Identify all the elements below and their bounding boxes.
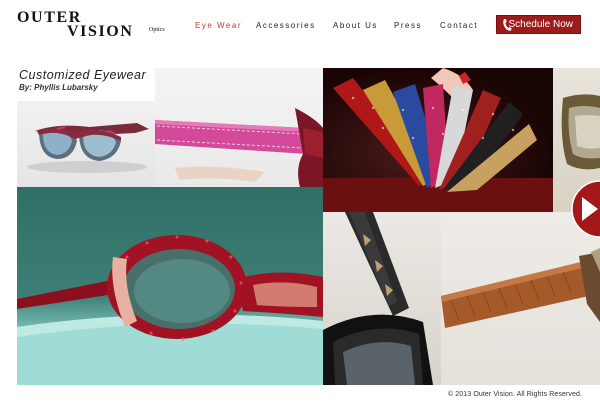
schedule-now-button[interactable]: Schedule Now [496, 15, 581, 34]
gallery-caption: Customized Eyewear By: Phyllis Lubarsky [17, 68, 155, 101]
brand-logo[interactable]: OUTER VISION Optics [17, 10, 165, 40]
gallery-title: Customized Eyewear [19, 68, 147, 82]
nav-press[interactable]: Press [394, 20, 422, 32]
logo-line-2: VISION [67, 23, 134, 40]
schedule-now-label: Schedule Now [508, 19, 573, 30]
gallery-photo-pink-temple[interactable] [155, 68, 323, 187]
nav-accessories[interactable]: Accessories [256, 20, 316, 32]
nav-contact[interactable]: Contact [440, 20, 478, 32]
crystal-fan-image [323, 68, 553, 212]
logo-mark: Optics [149, 27, 165, 33]
site-header: OUTER VISION Optics Eye Wear Accessories… [0, 0, 600, 68]
gallery-photo-red-crystal-glasses[interactable] [17, 187, 323, 385]
play-arrow-icon[interactable] [566, 180, 600, 238]
sunglasses-image [27, 123, 149, 173]
gallery-photo-crystal-fan[interactable] [323, 68, 553, 212]
gallery-photo-sunglasses[interactable] [17, 101, 155, 187]
pink-temple-image [155, 108, 323, 187]
gallery-author: By: Phyllis Lubarsky [19, 83, 98, 92]
red-crystal-glasses-image [17, 235, 323, 385]
gallery-photo-studded-temple[interactable] [323, 212, 441, 385]
studded-temple-image [323, 212, 433, 385]
phone-icon [503, 19, 512, 31]
footer-copyright: © 2013 Outer Vision. All Rights Reserved… [448, 391, 583, 398]
nav-about-us[interactable]: About Us [333, 20, 378, 32]
nav-eye-wear[interactable]: Eye Wear [195, 20, 242, 32]
